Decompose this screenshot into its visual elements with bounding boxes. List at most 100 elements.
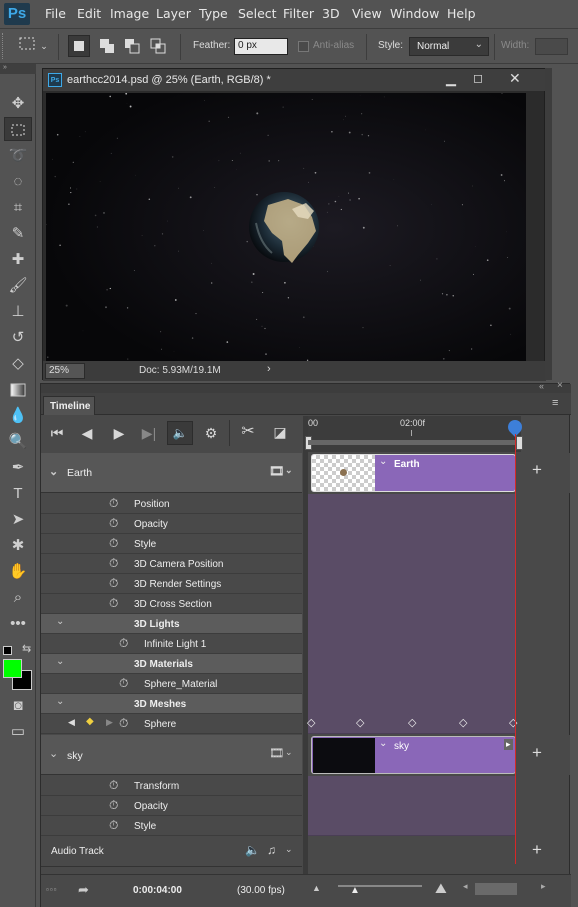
music-note-icon[interactable]: ♫ xyxy=(267,843,276,857)
film-strip-icon[interactable]: 🎞 xyxy=(269,464,284,478)
horizontal-scrollbar-thumb[interactable] xyxy=(475,883,517,895)
subtract-from-selection-button[interactable] xyxy=(121,35,143,57)
keyframe[interactable]: ◇ xyxy=(356,716,364,729)
property-row[interactable]: ⏱ 3D Cross Section xyxy=(41,594,302,614)
quick-mask-icon[interactable]: ◙ xyxy=(4,694,32,718)
hand-tool-icon[interactable]: ✋ xyxy=(4,560,32,584)
chevron-down-icon[interactable]: ⌄ xyxy=(38,35,50,57)
stopwatch-icon[interactable]: ⏱ xyxy=(109,516,118,531)
add-to-selection-button[interactable] xyxy=(96,35,118,57)
menu-3d[interactable]: 3D xyxy=(322,0,340,28)
healing-brush-tool-icon[interactable]: ✚ xyxy=(4,248,32,272)
feather-input[interactable]: 0 px xyxy=(234,38,288,55)
chevron-down-icon[interactable]: ⌄ xyxy=(49,747,58,760)
chevron-down-icon[interactable]: ⌄ xyxy=(379,456,387,467)
chevron-down-icon[interactable]: ⌄ xyxy=(56,656,64,667)
frame-animation-icon[interactable]: ▫▫▫ xyxy=(46,885,58,894)
collapse-panel-icon[interactable]: « xyxy=(539,381,544,391)
property-row[interactable]: ⏱ Transform xyxy=(41,776,302,796)
gradient-tool-icon[interactable] xyxy=(4,378,32,402)
stopwatch-icon[interactable]: ⏱ xyxy=(109,496,118,511)
menu-layer[interactable]: Layer xyxy=(156,0,191,28)
foreground-color-swatch[interactable] xyxy=(3,659,22,678)
stopwatch-icon[interactable]: ⏱ xyxy=(109,536,118,551)
minimize-icon[interactable]: ▁ xyxy=(446,71,456,87)
rectangular-marquee-preset-icon[interactable] xyxy=(16,35,38,57)
tab-timeline[interactable]: Timeline xyxy=(43,396,95,415)
chevron-down-icon[interactable]: ⌄ xyxy=(56,696,64,707)
chevron-down-icon[interactable]: ⌄ xyxy=(379,738,387,749)
transition-icon[interactable]: ◪ xyxy=(269,421,291,443)
audio-volume-icon[interactable]: 🔈 xyxy=(245,843,260,857)
menu-window[interactable]: Window xyxy=(390,0,439,28)
brush-tool-icon[interactable]: 🖌 xyxy=(4,274,32,298)
frame-rate-display[interactable]: (30.00 fps) xyxy=(237,885,285,896)
playhead-line[interactable] xyxy=(515,434,516,864)
eraser-tool-icon[interactable]: ◇ xyxy=(4,352,32,376)
panel-menu-icon[interactable]: ≡ xyxy=(552,397,558,409)
mute-audio-button[interactable]: 🔈 xyxy=(167,421,193,445)
layer-row-sky[interactable]: ⌄ sky 🎞 ⌄ xyxy=(41,735,302,775)
panel-collapse-icon[interactable]: » xyxy=(0,64,36,74)
property-row[interactable]: ⏱ Style xyxy=(41,534,302,554)
stopwatch-icon[interactable]: ⏱ xyxy=(109,556,118,571)
render-video-icon[interactable]: ➦ xyxy=(78,882,89,898)
zoom-in-icon[interactable]: ⛰ xyxy=(435,880,447,897)
scroll-left-icon[interactable]: ◂ xyxy=(463,881,473,895)
custom-shape-tool-icon[interactable]: ✱ xyxy=(4,534,32,558)
work-area-end-handle[interactable] xyxy=(516,436,523,450)
anti-alias-checkbox[interactable] xyxy=(298,41,309,52)
menu-help[interactable]: Help xyxy=(447,0,476,28)
go-to-first-frame-icon[interactable]: ⏮ xyxy=(47,422,67,444)
zoom-out-icon[interactable]: ▲ xyxy=(312,883,321,893)
audio-track-row[interactable]: Audio Track 🔈 ♫ ⌄ xyxy=(41,837,302,867)
canvas[interactable] xyxy=(46,93,526,363)
marquee-tool-icon[interactable] xyxy=(4,117,32,141)
chevron-down-icon[interactable]: ⌄ xyxy=(285,747,293,758)
chevron-down-icon[interactable]: ⌄ xyxy=(49,465,58,478)
stopwatch-icon[interactable]: ⏱ xyxy=(119,716,128,731)
property-row[interactable]: ⏱ Infinite Light 1 xyxy=(41,634,302,654)
property-row[interactable]: ⏱ 3D Render Settings xyxy=(41,574,302,594)
property-row-sphere[interactable]: ◀ ◆ ▶ ⏱ Sphere xyxy=(41,714,302,734)
next-frame-icon[interactable]: ▶| xyxy=(139,422,159,444)
chevron-down-icon[interactable]: ⌄ xyxy=(285,844,293,855)
crop-tool-icon[interactable]: ⌗ xyxy=(4,196,32,220)
group-row-3d-materials[interactable]: ⌄ 3D Materials xyxy=(41,654,302,674)
stopwatch-icon[interactable]: ⏱ xyxy=(119,676,128,691)
document-scrollbar[interactable] xyxy=(545,68,552,380)
next-keyframe-icon[interactable]: ▶ xyxy=(106,717,113,728)
stopwatch-icon[interactable]: ⏱ xyxy=(109,818,118,833)
stopwatch-icon[interactable]: ⏱ xyxy=(109,798,118,813)
chevron-down-icon[interactable]: ⌄ xyxy=(56,616,64,627)
style-select[interactable]: Normal ⌄ xyxy=(409,37,489,56)
zoom-field[interactable]: 25% xyxy=(45,363,85,379)
stopwatch-icon[interactable]: ⏱ xyxy=(109,576,118,591)
type-tool-icon[interactable]: T xyxy=(4,482,32,506)
move-tool-icon[interactable]: ✥ xyxy=(4,92,32,116)
settings-gear-icon[interactable]: ⚙ xyxy=(201,422,221,444)
close-panel-icon[interactable]: × xyxy=(557,380,563,391)
path-selection-tool-icon[interactable]: ➤ xyxy=(4,508,32,532)
stopwatch-icon[interactable]: ⏱ xyxy=(119,636,128,651)
stopwatch-icon[interactable]: ⏱ xyxy=(109,778,118,793)
pen-tool-icon[interactable]: ✒ xyxy=(4,456,32,480)
film-strip-icon[interactable]: 🎞 xyxy=(269,746,284,760)
add-audio-icon[interactable]: + xyxy=(532,840,542,860)
zoom-tool-icon[interactable]: ⌕ xyxy=(4,586,32,610)
status-menu-arrow-icon[interactable]: › xyxy=(267,363,271,375)
menu-view[interactable]: View xyxy=(352,0,382,28)
menu-file[interactable]: File xyxy=(45,0,66,28)
menu-edit[interactable]: Edit xyxy=(77,0,101,28)
grip-handle[interactable] xyxy=(2,33,6,59)
property-row[interactable]: ⏱ Sphere_Material xyxy=(41,674,302,694)
add-media-earth-icon[interactable]: + xyxy=(532,460,542,480)
close-icon[interactable]: ✕ xyxy=(509,70,521,87)
keyframe[interactable]: ◇ xyxy=(307,716,315,729)
current-time-display[interactable]: 0:00:04:00 xyxy=(133,885,182,896)
group-row-3d-meshes[interactable]: ⌄ 3D Meshes xyxy=(41,694,302,714)
keyframe[interactable]: ◇ xyxy=(408,716,416,729)
chevron-down-icon[interactable]: ⌄ xyxy=(285,465,293,476)
quick-selection-tool-icon[interactable]: ◌ xyxy=(4,170,32,194)
blur-tool-icon[interactable]: 💧 xyxy=(4,404,32,428)
